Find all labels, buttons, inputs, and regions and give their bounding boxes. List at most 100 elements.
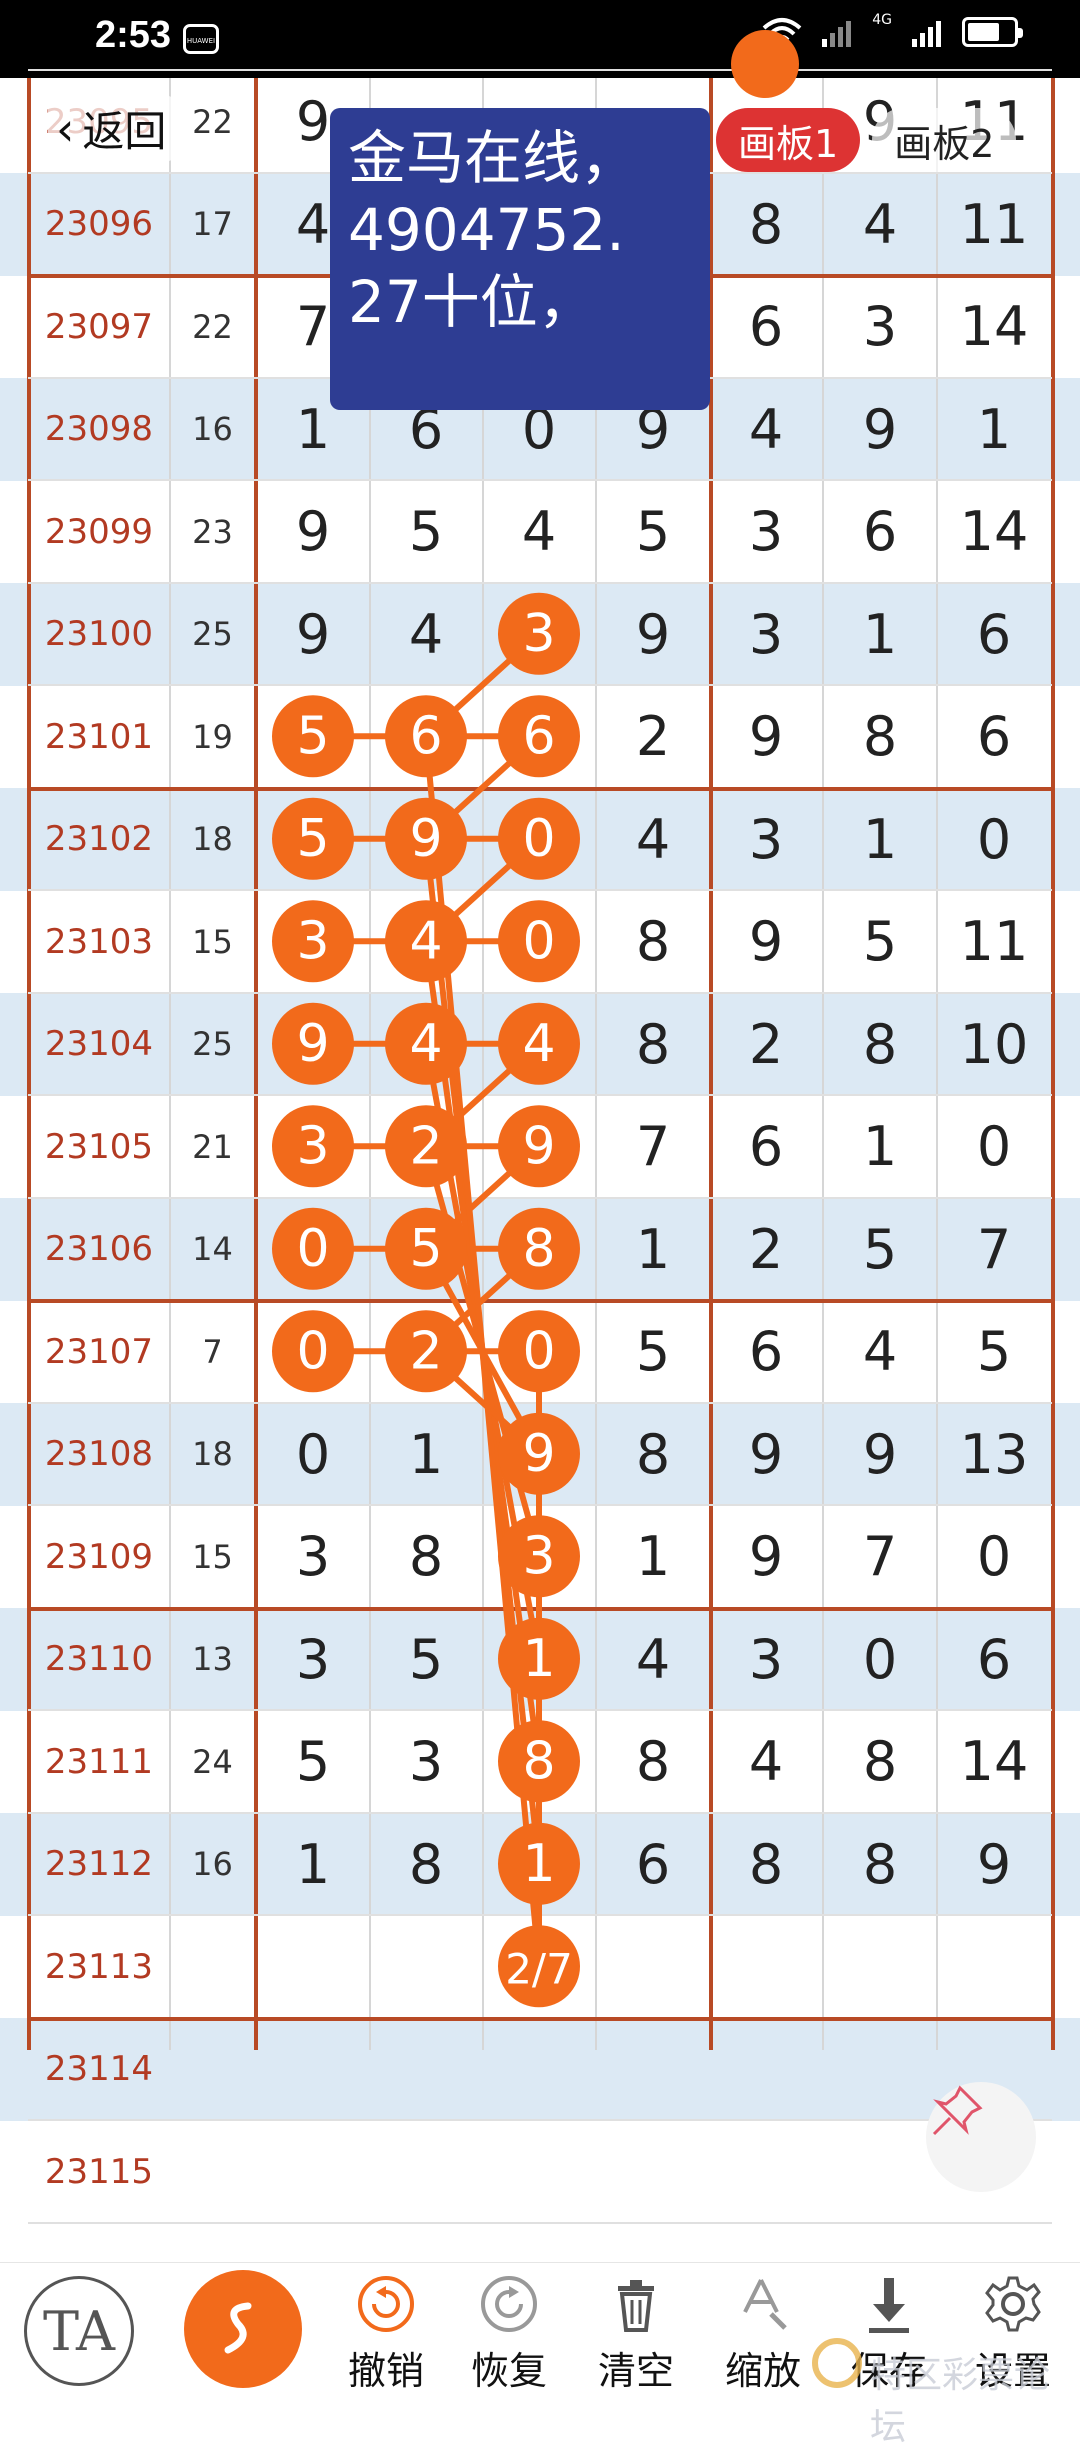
digit-cell[interactable]: 6 (938, 1608, 1051, 1711)
digit-cell[interactable]: 4 (597, 788, 710, 891)
digit-cell[interactable] (597, 1915, 710, 2018)
digit-cell[interactable] (483, 2120, 596, 2223)
digit-cell[interactable]: 9 (710, 1505, 823, 1608)
digit-cell[interactable]: 9 (938, 1813, 1051, 1916)
digit-cell[interactable]: 0 (257, 1403, 370, 1506)
toolbar-redo-button[interactable]: 恢复 (449, 2262, 569, 2400)
digit-cell[interactable]: 1 (824, 788, 937, 891)
pin-button[interactable] (926, 2082, 1036, 2192)
digit-cell[interactable]: 13 (938, 1403, 1051, 1506)
digit-cell[interactable]: 9 (710, 685, 823, 788)
digit-cell[interactable]: 8 (710, 1813, 823, 1916)
digit-cell[interactable] (597, 2018, 710, 2121)
digit-cell[interactable]: 4 (483, 480, 596, 583)
digit-cell[interactable] (938, 1915, 1051, 2018)
digit-cell[interactable]: 4 (597, 1608, 710, 1711)
digit-cell[interactable] (257, 993, 370, 1096)
digit-cell[interactable]: 7 (938, 1198, 1051, 1301)
toolbar-zoom-button[interactable]: 缩放 (703, 2262, 823, 2400)
text-tool-button[interactable]: TA (24, 2276, 134, 2386)
digit-cell[interactable] (370, 685, 483, 788)
digit-cell[interactable]: 5 (370, 480, 483, 583)
digit-cell[interactable]: 4 (710, 378, 823, 481)
digit-cell[interactable] (370, 1198, 483, 1301)
digit-cell[interactable] (483, 1608, 596, 1711)
digit-cell[interactable] (483, 583, 596, 686)
digit-cell[interactable]: 11 (938, 173, 1051, 276)
digit-cell[interactable] (483, 1505, 596, 1608)
digit-cell[interactable] (257, 2018, 370, 2121)
digit-cell[interactable]: 3 (710, 788, 823, 891)
digit-cell[interactable]: 2 (710, 1198, 823, 1301)
digit-cell[interactable]: 2 (597, 685, 710, 788)
digit-cell[interactable]: 3 (257, 1608, 370, 1711)
draw-tool-button[interactable] (184, 2270, 302, 2388)
digit-cell[interactable]: 5 (824, 890, 937, 993)
digit-cell[interactable] (483, 2018, 596, 2121)
digit-cell[interactable] (824, 1915, 937, 2018)
digit-cell[interactable]: 4 (710, 1710, 823, 1813)
digit-cell[interactable]: 6 (938, 685, 1051, 788)
digit-cell[interactable] (257, 1198, 370, 1301)
digit-cell[interactable]: 6 (710, 275, 823, 378)
digit-cell[interactable]: 8 (370, 1813, 483, 1916)
digit-cell[interactable]: 4 (824, 173, 937, 276)
digit-cell[interactable] (370, 890, 483, 993)
digit-cell[interactable]: 14 (938, 275, 1051, 378)
note-box[interactable]: 金马在线， 4904752. 27十位， (330, 108, 710, 410)
digit-cell[interactable] (710, 2018, 823, 2121)
digit-cell[interactable]: 1 (370, 1403, 483, 1506)
digit-cell[interactable]: 8 (824, 993, 937, 1096)
digit-cell[interactable]: 0 (938, 1095, 1051, 1198)
digit-cell[interactable]: 1 (597, 1198, 710, 1301)
digit-cell[interactable]: 0 (938, 788, 1051, 891)
back-button[interactable]: ‹ 返回 (48, 96, 175, 161)
digit-cell[interactable]: 3 (710, 583, 823, 686)
digit-cell[interactable]: 9 (257, 583, 370, 686)
digit-cell[interactable] (710, 1915, 823, 2018)
digit-cell[interactable] (824, 2018, 937, 2121)
digit-cell[interactable]: 3 (257, 1505, 370, 1608)
digit-cell[interactable] (257, 685, 370, 788)
digit-cell[interactable]: 4 (370, 583, 483, 686)
digit-cell[interactable] (370, 788, 483, 891)
digit-cell[interactable] (257, 890, 370, 993)
digit-cell[interactable]: 3 (370, 1710, 483, 1813)
digit-cell[interactable]: 5 (938, 1300, 1051, 1403)
digit-cell[interactable]: 6 (824, 480, 937, 583)
digit-cell[interactable] (483, 685, 596, 788)
digit-cell[interactable]: 9 (597, 583, 710, 686)
digit-cell[interactable] (370, 1300, 483, 1403)
tab-board-1[interactable]: 画板1 (716, 108, 861, 172)
digit-cell[interactable]: 3 (710, 480, 823, 583)
digit-cell[interactable] (483, 1915, 596, 2018)
digit-cell[interactable] (483, 1095, 596, 1198)
digit-cell[interactable]: 8 (370, 1505, 483, 1608)
digit-cell[interactable]: 9 (257, 480, 370, 583)
digit-cell[interactable]: 6 (710, 1300, 823, 1403)
digit-cell[interactable]: 1 (824, 1095, 937, 1198)
digit-cell[interactable] (824, 2120, 937, 2223)
digit-cell[interactable]: 9 (710, 1403, 823, 1506)
toolbar-undo-button[interactable]: 撤销 (326, 2262, 446, 2400)
digit-cell[interactable] (483, 1198, 596, 1301)
digit-cell[interactable] (257, 1300, 370, 1403)
digit-cell[interactable]: 5 (257, 1710, 370, 1813)
digit-cell[interactable]: 7 (824, 1505, 937, 1608)
digit-cell[interactable]: 0 (824, 1608, 937, 1711)
digit-cell[interactable]: 1 (257, 1813, 370, 1916)
digit-cell[interactable]: 9 (710, 890, 823, 993)
digit-cell[interactable]: 14 (938, 1710, 1051, 1813)
digit-cell[interactable]: 8 (597, 890, 710, 993)
digit-cell[interactable]: 8 (597, 1710, 710, 1813)
tab-board-2[interactable]: 画板2 (872, 108, 1017, 172)
digit-cell[interactable] (257, 2120, 370, 2223)
digit-cell[interactable]: 1 (824, 583, 937, 686)
digit-cell[interactable]: 2 (710, 993, 823, 1096)
digit-cell[interactable]: 5 (370, 1608, 483, 1711)
digit-cell[interactable]: 10 (938, 993, 1051, 1096)
digit-cell[interactable]: 8 (710, 173, 823, 276)
digit-cell[interactable] (483, 1300, 596, 1403)
digit-cell[interactable] (257, 1095, 370, 1198)
digit-cell[interactable]: 8 (824, 685, 937, 788)
